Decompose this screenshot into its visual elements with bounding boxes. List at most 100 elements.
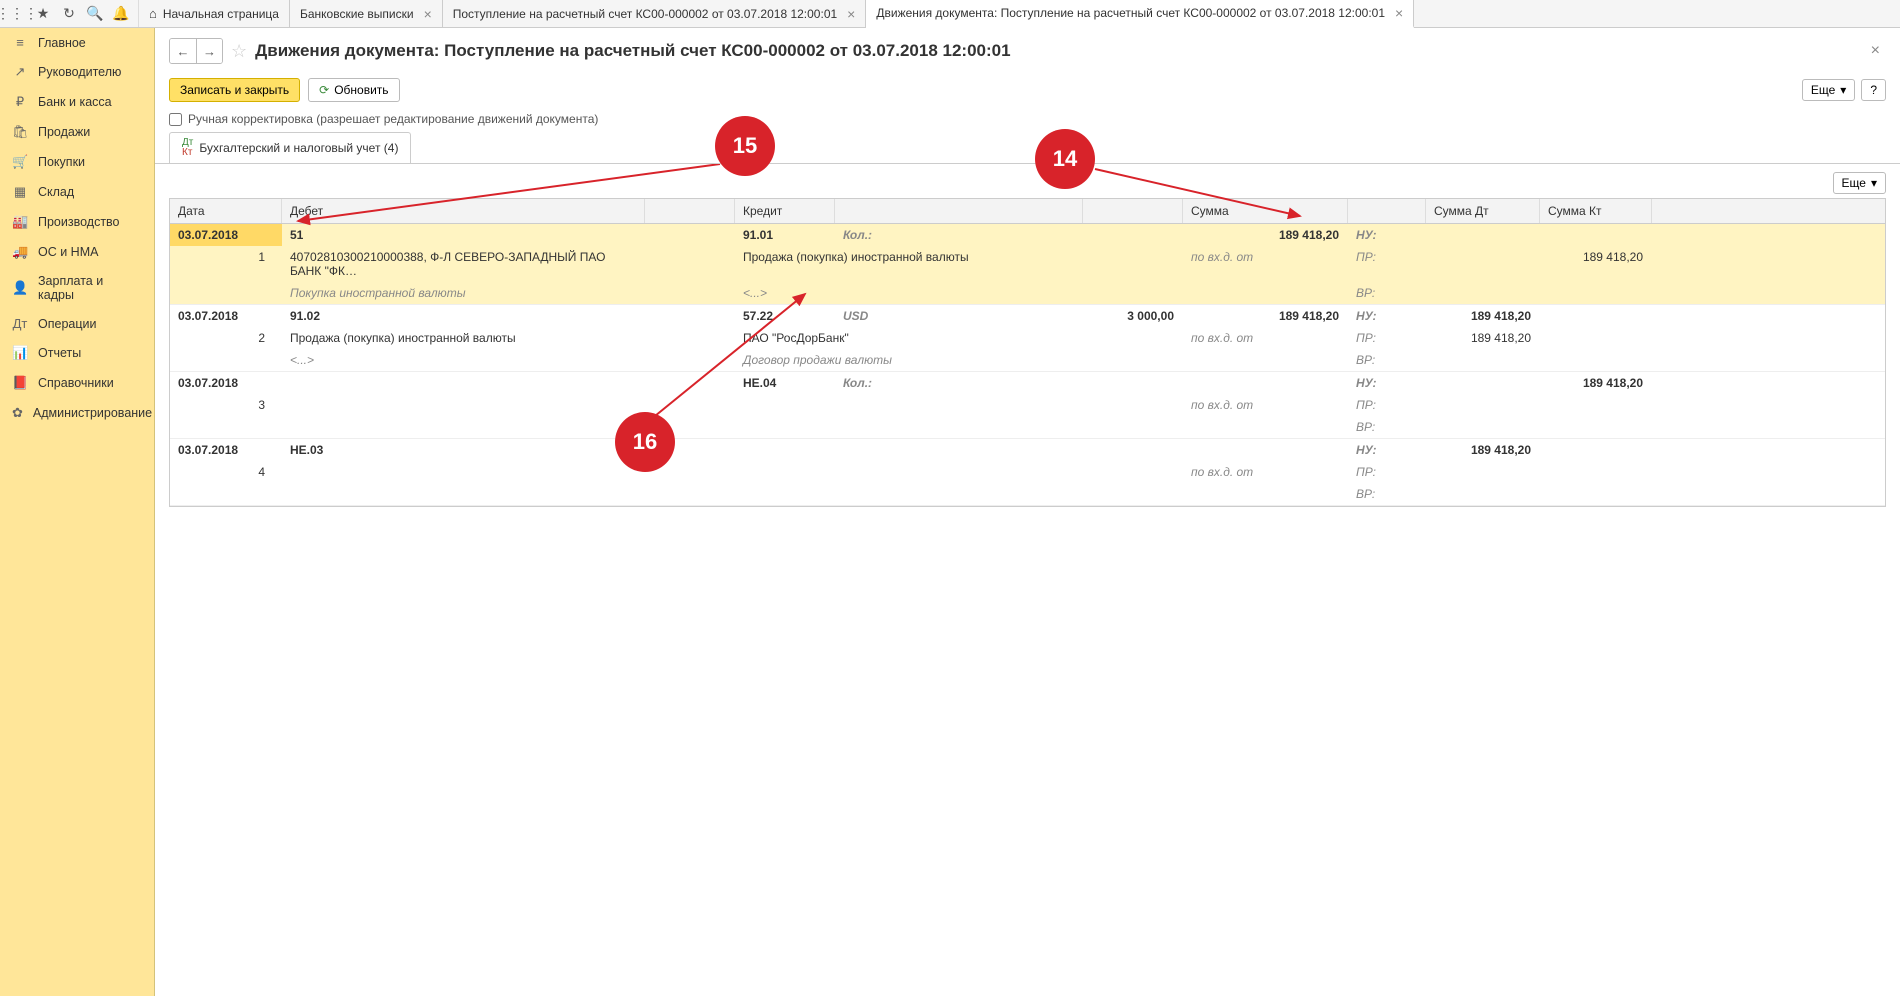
cell-num: 1: [170, 246, 282, 282]
refresh-icon: ⟳: [319, 83, 329, 97]
cell-debit-acc: 51: [282, 224, 645, 246]
cell-debit-acc: НЕ.03: [282, 439, 645, 461]
cell-date: 03.07.2018: [170, 305, 282, 327]
sidebar-label: Банк и касса: [38, 95, 112, 109]
tab[interactable]: Банковские выписки ×: [290, 0, 443, 27]
manual-edit-checkbox[interactable]: [169, 113, 182, 126]
cell-credit-acc: НЕ.04: [735, 372, 835, 394]
sidebar-icon: ≡: [12, 35, 28, 50]
sidebar-item[interactable]: ✿Администрирование: [0, 398, 154, 428]
sidebar-item[interactable]: 🛒Покупки: [0, 147, 154, 177]
sidebar-item[interactable]: ↗Руководителю: [0, 57, 154, 87]
sidebar-label: Операции: [38, 317, 96, 331]
sidebar-label: Продажи: [38, 125, 90, 139]
grid-head: Дата Дебет Кредит Сумма Сумма Дт Сумма К…: [170, 199, 1885, 224]
sidebar-item[interactable]: 🏭Производство: [0, 207, 154, 237]
sidebar-item[interactable]: ▦Склад: [0, 177, 154, 207]
sidebar-item[interactable]: Дт Операции: [0, 309, 154, 338]
sidebar-item[interactable]: 🚚ОС и НМА: [0, 237, 154, 267]
sidebar-icon: 📊: [12, 345, 28, 361]
col-sdt[interactable]: Сумма Дт: [1426, 199, 1540, 223]
table-row[interactable]: 03.07.2018НЕ.04Кол.:НУ:189 418,203по вх.…: [170, 372, 1885, 439]
sidebar-item[interactable]: 📕 Справочники: [0, 368, 154, 398]
sidebar-item[interactable]: 👤 Зарплата и кадры: [0, 267, 154, 309]
col-date[interactable]: Дата: [170, 199, 282, 223]
cell-date: 03.07.2018: [170, 372, 282, 394]
sidebar-icon: 🛍: [12, 124, 28, 140]
sidebar-icon: 👤: [12, 280, 28, 296]
sidebar-label: Главное: [38, 36, 86, 50]
sidebar-item[interactable]: ≡ Главное: [0, 28, 154, 57]
cell-num: 2: [170, 327, 282, 349]
tab-label: Поступление на расчетный счет КС00-00000…: [453, 7, 837, 21]
back-button[interactable]: ←: [170, 39, 196, 63]
more-button[interactable]: Еще ▾: [1802, 79, 1855, 101]
sidebar-icon: 📕: [12, 375, 28, 391]
content: ← → ☆ Движения документа: Поступление на…: [155, 28, 1900, 996]
tab[interactable]: Движения документа: Поступление на расче…: [866, 0, 1414, 28]
sidebar-item[interactable]: ₽ Банк и касса: [0, 87, 154, 117]
sidebar-item[interactable]: 🛍 Продажи: [0, 117, 154, 147]
sidebar-label: Руководителю: [38, 65, 121, 79]
tab-label: Начальная страница: [163, 7, 279, 21]
sidebar: ≡ Главное ↗Руководителю ₽ Банк и касса 🛍 Прода…: [0, 28, 155, 996]
table-row[interactable]: 03.07.2018НЕ.03НУ:189 418,204по вх.д. от…: [170, 439, 1885, 506]
manual-edit-row: Ручная корректировка (разрешает редактир…: [155, 110, 1900, 132]
col-skt[interactable]: Сумма Кт: [1540, 199, 1652, 223]
table-row[interactable]: 03.07.201891.0257.22USD3 000,00189 418,2…: [170, 305, 1885, 372]
close-page-icon[interactable]: ×: [1871, 42, 1886, 60]
col-credit[interactable]: Кредит: [735, 199, 835, 223]
cell-num: 3: [170, 394, 282, 416]
tab-accounting[interactable]: ДтКт Бухгалтерский и налоговый учет (4): [169, 132, 411, 163]
close-icon[interactable]: ×: [1395, 5, 1403, 21]
sidebar-icon: ₽: [12, 94, 28, 110]
cell-credit-acc: 91.01: [735, 224, 835, 246]
sidebar-label: Покупки: [38, 155, 85, 169]
sidebar-label: Отчеты: [38, 346, 81, 360]
col-credit3[interactable]: [1083, 199, 1183, 223]
cell-sum: 189 418,20: [1183, 305, 1348, 327]
col-debit2[interactable]: [645, 199, 735, 223]
manual-edit-label: Ручная корректировка (разрешает редактир…: [188, 112, 598, 126]
tab-label: Банковские выписки: [300, 7, 414, 21]
bell-icon[interactable]: 🔔: [108, 0, 134, 28]
cell-sum: [1183, 439, 1348, 461]
tab[interactable]: ⌂Начальная страница: [139, 0, 290, 27]
col-debit[interactable]: Дебет: [282, 199, 645, 223]
page-title: Движения документа: Поступление на расче…: [255, 41, 1010, 61]
search-icon[interactable]: 🔍: [82, 0, 108, 28]
sidebar-item[interactable]: 📊 Отчеты: [0, 338, 154, 368]
sidebar-label: Зарплата и кадры: [38, 274, 142, 302]
refresh-button[interactable]: ⟳Обновить: [308, 78, 399, 102]
tab[interactable]: Поступление на расчетный счет КС00-00000…: [443, 0, 867, 27]
close-icon[interactable]: ×: [847, 6, 855, 22]
cell-sum: [1183, 372, 1348, 394]
tab-label: Движения документа: Поступление на расче…: [876, 6, 1385, 20]
cell-debit-acc: 91.02: [282, 305, 645, 327]
sidebar-label: Справочники: [38, 376, 114, 390]
help-button[interactable]: ?: [1861, 79, 1886, 101]
sidebar-label: Администрирование: [33, 406, 152, 420]
sidebar-icon: ▦: [12, 184, 28, 200]
cell-credit-acc: [735, 439, 835, 461]
close-icon[interactable]: ×: [424, 6, 432, 22]
sidebar-icon: 🏭: [12, 214, 28, 230]
sidebar-icon: Дт: [12, 316, 28, 331]
cell-debit-acc: [282, 372, 645, 394]
sidebar-icon: 🚚: [12, 244, 28, 260]
forward-button[interactable]: →: [196, 39, 222, 63]
favorite-icon[interactable]: ☆: [231, 41, 247, 62]
col-sum[interactable]: Сумма: [1183, 199, 1348, 223]
col-credit2[interactable]: [835, 199, 1083, 223]
top-toolbar: ⋮⋮⋮ ★ ↻ 🔍 🔔 ⌂Начальная страницаБанковски…: [0, 0, 1900, 28]
star-icon[interactable]: ★: [30, 0, 56, 28]
history-icon[interactable]: ↻: [56, 0, 82, 28]
save-close-button[interactable]: Записать и закрыть: [169, 78, 300, 102]
table-wrap: Еще ▾ Дата Дебет Кредит Сумма Сумма Дт С…: [155, 164, 1900, 996]
tabs: ⌂Начальная страница Банковские выписки × По…: [139, 0, 1900, 27]
col-nu[interactable]: [1348, 199, 1426, 223]
table-row[interactable]: 03.07.20185191.01Кол.:189 418,20НУ:14070…: [170, 224, 1885, 305]
table-more-button[interactable]: Еще ▾: [1833, 172, 1886, 194]
apps-icon[interactable]: ⋮⋮⋮: [4, 0, 30, 28]
cell-sum: 189 418,20: [1183, 224, 1348, 246]
